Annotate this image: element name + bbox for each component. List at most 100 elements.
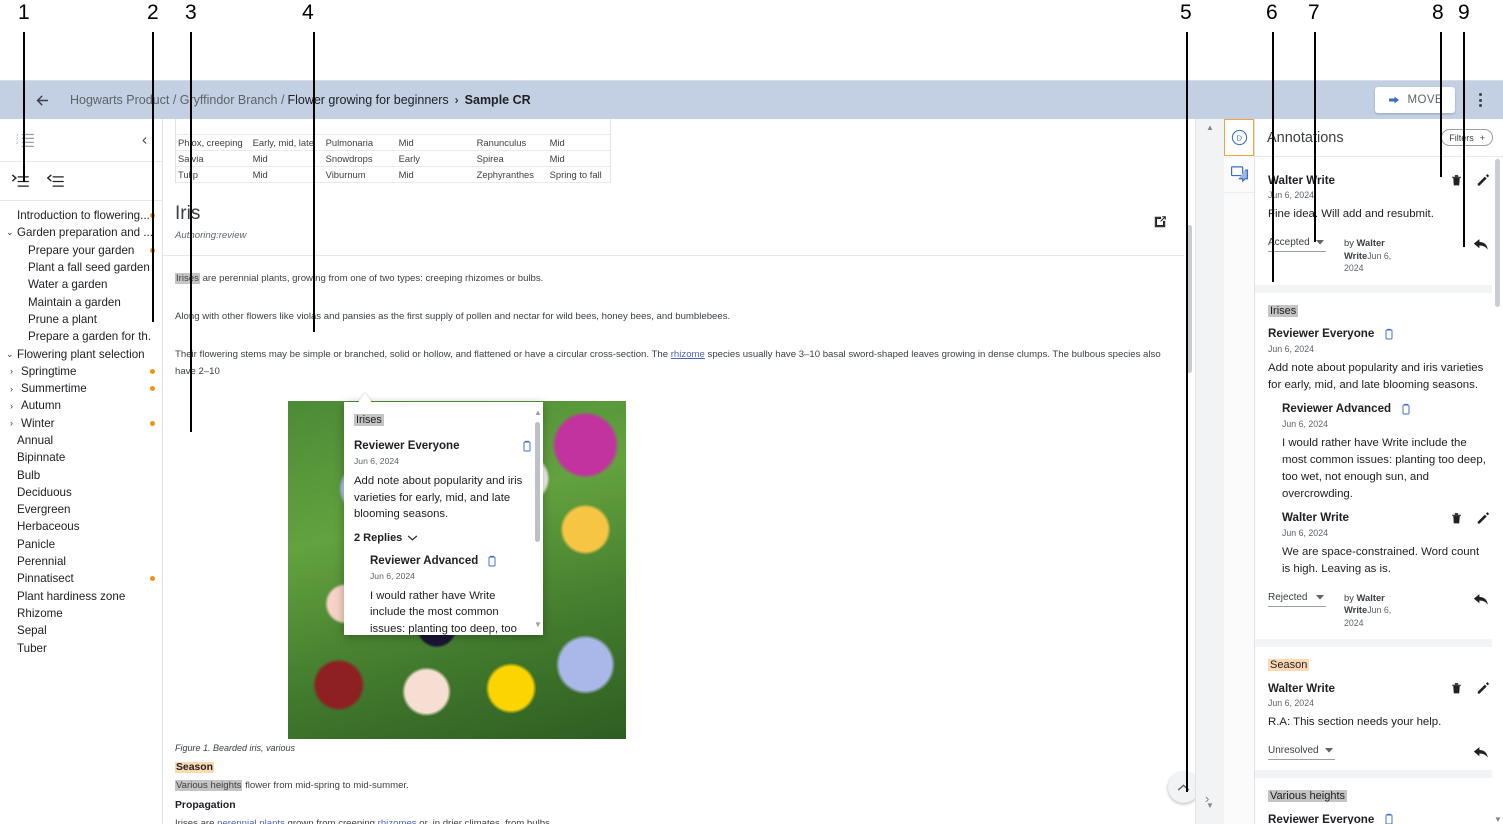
toc-item[interactable]: ⌄ Garden preparation and ... bbox=[0, 224, 162, 241]
rail-tab-comments[interactable] bbox=[1224, 156, 1254, 193]
reply-arrow-icon[interactable] bbox=[1473, 237, 1490, 251]
toc-item[interactable]: › Autumn bbox=[0, 397, 162, 414]
scroll-up-icon[interactable]: ▲ bbox=[534, 408, 542, 417]
expand-all-icon[interactable] bbox=[12, 174, 29, 189]
comment-popup-scroll-thumb[interactable] bbox=[535, 422, 540, 542]
toc-item[interactable]: Herbaceous bbox=[0, 518, 162, 535]
toc-item[interactable]: Bulb bbox=[0, 466, 162, 483]
scroll-up-icon[interactable]: ▲ bbox=[1206, 123, 1214, 132]
toc-item[interactable]: Water a garden bbox=[0, 276, 162, 293]
toc-item[interactable]: Bipinnate bbox=[0, 449, 162, 466]
paragraph-1-rest: are perennial plants, growing from one o… bbox=[199, 273, 544, 284]
move-button[interactable]: MOVE bbox=[1374, 87, 1455, 113]
toc-item[interactable]: Prepare a garden for th... bbox=[0, 328, 162, 345]
trash-icon[interactable] bbox=[1450, 173, 1463, 187]
back-arrow-icon[interactable] bbox=[28, 86, 56, 114]
more-vertical-icon[interactable] bbox=[1467, 85, 1493, 115]
heading-season-text[interactable]: Season bbox=[175, 762, 214, 773]
toc-item[interactable]: › Summertime bbox=[0, 380, 162, 397]
reply-arrow-icon[interactable] bbox=[1473, 745, 1490, 759]
pencil-icon[interactable] bbox=[1476, 173, 1490, 187]
chevron-right-icon[interactable]: › bbox=[10, 401, 21, 411]
filters-button[interactable]: Filters + bbox=[1441, 129, 1493, 146]
breadcrumb-mid[interactable]: Flower growing for beginners bbox=[287, 93, 448, 107]
trash-icon[interactable] bbox=[1450, 681, 1463, 695]
clipboard-icon[interactable] bbox=[486, 554, 498, 568]
toc-item[interactable]: › Springtime bbox=[0, 363, 162, 380]
annotation-author: Reviewer Everyone bbox=[1268, 327, 1375, 340]
toc-item[interactable]: Prepare your garden bbox=[0, 242, 162, 259]
annotation-card[interactable]: Irises Reviewer Everyone Jun 6, 2024 Add no… bbox=[1255, 292, 1503, 647]
scroll-down-icon[interactable]: ▼ bbox=[534, 620, 542, 629]
toc-item[interactable]: Tuber bbox=[0, 639, 162, 656]
toc-item[interactable]: Introduction to flowering... bbox=[0, 207, 162, 224]
toc-item[interactable]: Plant a fall seed garden bbox=[0, 259, 162, 276]
toc-item[interactable]: Sepal bbox=[0, 622, 162, 639]
numbered-list-icon[interactable]: 1 2 3 bbox=[16, 132, 35, 148]
chevron-right-icon[interactable]: › bbox=[10, 384, 21, 394]
toc-item[interactable]: Pinnatisect bbox=[0, 570, 162, 587]
toc-item[interactable]: Panicle bbox=[0, 536, 162, 553]
table-cell: Spring to fall bbox=[547, 166, 610, 183]
annotation-status-select[interactable]: Rejected bbox=[1268, 592, 1326, 607]
toc-item[interactable]: ⌄ Flowering plant selection bbox=[0, 345, 162, 362]
rail-tab-details[interactable]: D bbox=[1224, 119, 1254, 156]
chevron-down-icon[interactable]: ⌄ bbox=[6, 349, 17, 360]
annotations-header: Annotations Filters + bbox=[1255, 119, 1503, 156]
annotation-card[interactable]: Season Walter Write Jun 6, 2024 R.A: This s… bbox=[1255, 647, 1503, 778]
edit-square-icon[interactable] bbox=[1153, 215, 1167, 229]
chevron-right-icon[interactable]: › bbox=[10, 366, 21, 376]
toc-item[interactable]: Plant hardiness zone bbox=[0, 588, 162, 605]
toc-item[interactable]: Evergreen bbox=[0, 501, 162, 518]
link-rhizome[interactable]: rhizome bbox=[671, 349, 705, 360]
toc-item[interactable]: Annual bbox=[0, 432, 162, 449]
document-scroll-thumb[interactable] bbox=[1187, 225, 1192, 373]
document-scrollbar[interactable] bbox=[1184, 119, 1195, 824]
toc-item[interactable]: Prune a plant bbox=[0, 311, 162, 328]
link-perennial-plants[interactable]: perennial plants bbox=[217, 818, 285, 824]
annotations-list[interactable]: ▲ ▼ Walter Write Jun 6, 2024 Fine idea. Wi… bbox=[1255, 156, 1503, 824]
toc-item-label: Plant hardiness zone bbox=[17, 589, 126, 603]
toc-item[interactable]: Deciduous bbox=[0, 484, 162, 501]
toc-item-label: Panicle bbox=[17, 537, 56, 551]
highlight-various-heights[interactable]: Various heights bbox=[175, 780, 243, 791]
toc-item[interactable]: Perennial bbox=[0, 553, 162, 570]
clipboard-icon[interactable] bbox=[1383, 327, 1395, 341]
annotations-scroll-thumb[interactable] bbox=[1495, 159, 1500, 307]
breadcrumb-root[interactable]: Hogwarts Product / Gryffindor Branch / bbox=[70, 93, 284, 107]
chevron-right-icon[interactable]: › bbox=[10, 418, 21, 428]
expand-panel-icon[interactable]: › bbox=[1205, 791, 1209, 806]
annotation-actions bbox=[1450, 681, 1490, 695]
clipboard-icon[interactable] bbox=[521, 439, 533, 453]
comment-popup-scrollbar[interactable]: ▲ ▼ bbox=[533, 408, 542, 629]
highlight-irises[interactable]: Irises bbox=[175, 273, 200, 284]
toc-item-label: Tuber bbox=[17, 641, 47, 655]
scroll-to-top-button[interactable] bbox=[1168, 772, 1195, 803]
collapse-all-icon[interactable] bbox=[47, 174, 64, 189]
annotations-scrollbar[interactable]: ▲ ▼ bbox=[1492, 157, 1503, 824]
link-rhizomes[interactable]: rhizomes bbox=[378, 818, 417, 824]
annotation-card[interactable]: Walter Write Jun 6, 2024 Fine idea. Will a… bbox=[1255, 157, 1503, 293]
trash-icon[interactable] bbox=[1450, 511, 1463, 525]
pencil-icon[interactable] bbox=[1476, 681, 1490, 695]
pencil-icon[interactable] bbox=[1476, 511, 1490, 525]
annotation-quote: Season bbox=[1268, 659, 1310, 671]
annotation-card[interactable]: Various heightsReviewer EveryoneJun 6, 2… bbox=[1255, 778, 1503, 824]
annotation-status-select[interactable]: Unresolved bbox=[1268, 745, 1335, 760]
document-scroll-area[interactable]: xxxxxxPhlox, creepingEarly, mid, latePul… bbox=[163, 119, 1195, 824]
annotation-status-select[interactable]: Accepted bbox=[1268, 237, 1326, 252]
chevron-down-icon[interactable]: ⌄ bbox=[6, 227, 17, 238]
clipboard-icon[interactable] bbox=[1400, 402, 1412, 416]
reply-arrow-icon[interactable] bbox=[1473, 592, 1490, 606]
prop-b: grown from creeping bbox=[284, 818, 378, 824]
toc-item[interactable]: › Winter bbox=[0, 415, 162, 432]
comment-popup-replies-toggle[interactable]: 2 Replies bbox=[354, 532, 533, 544]
toc-item[interactable]: Maintain a garden bbox=[0, 293, 162, 310]
toc-item[interactable]: Rhizome bbox=[0, 605, 162, 622]
clipboard-icon[interactable] bbox=[1383, 812, 1395, 824]
scroll-down-icon[interactable]: ▼ bbox=[1494, 815, 1502, 824]
annotation-quote: Irises bbox=[1268, 304, 1299, 317]
table-cell: Mid bbox=[396, 134, 475, 151]
chevron-left-icon[interactable] bbox=[139, 134, 150, 147]
table-cell: Early, mid, late bbox=[250, 134, 324, 151]
